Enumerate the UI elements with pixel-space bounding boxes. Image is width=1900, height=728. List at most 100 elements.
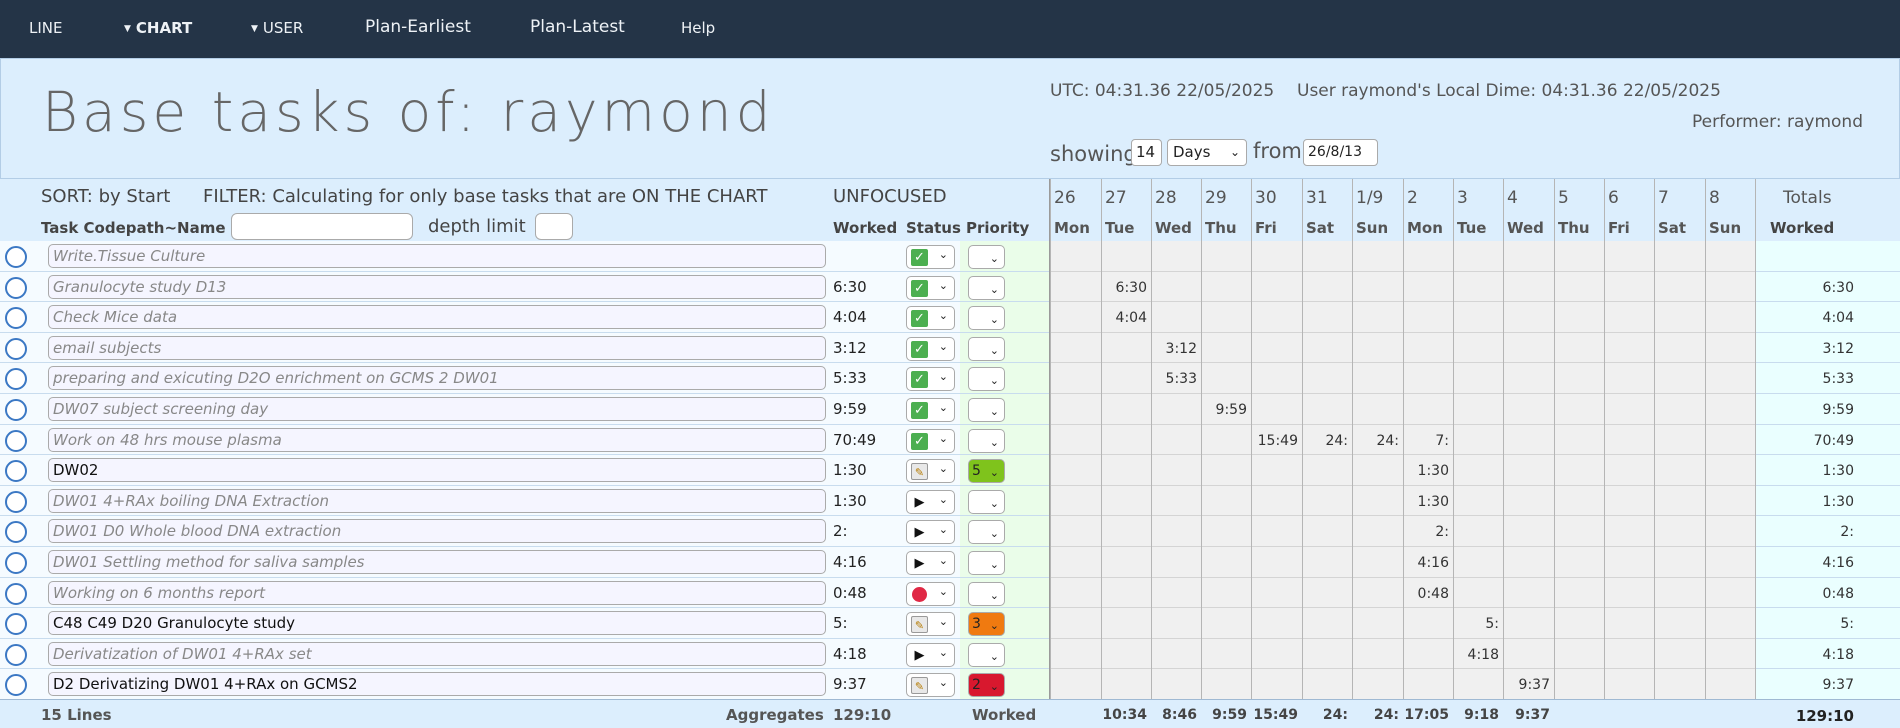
task-row[interactable]: D2 Derivatizing DW01 4+RAx on GCMS2 9:37 ✎… bbox=[0, 669, 1900, 700]
priority-select[interactable]: 3 ⌄ bbox=[968, 612, 1005, 637]
row-select-radio[interactable] bbox=[5, 552, 27, 574]
filter-label[interactable]: FILTER: Calculating for only base tasks … bbox=[203, 186, 767, 207]
priority-select[interactable]: ⌄ bbox=[968, 336, 1005, 361]
row-select-radio[interactable] bbox=[5, 368, 27, 391]
search-input[interactable] bbox=[231, 213, 413, 240]
task-row[interactable]: Working on 6 months report 0:48 ⌄ ⌄ 0:48 0:48 bbox=[0, 578, 1900, 609]
priority-select[interactable]: 5 ⌄ bbox=[968, 459, 1005, 484]
task-row[interactable]: DW02 1:30 ✎ ⌄ 5 ⌄ 1:30 1:30 bbox=[0, 455, 1900, 486]
row-select-radio[interactable] bbox=[5, 399, 27, 421]
check-icon: ✓ bbox=[911, 371, 928, 389]
status-select[interactable]: ✓ ⌄ bbox=[906, 398, 955, 422]
status-select[interactable]: ✓ ⌄ bbox=[906, 428, 955, 453]
task-name-field[interactable]: Write.Tissue Culture bbox=[48, 244, 826, 268]
status-select[interactable]: ⌄ bbox=[906, 581, 955, 606]
row-select-radio[interactable] bbox=[5, 307, 27, 330]
task-row[interactable]: DW01 D0 Whole blood DNA extraction 2: ▶ ⌄ ⌄ 2… bbox=[0, 516, 1900, 547]
status-select[interactable]: ✎ ⌄ bbox=[906, 612, 955, 637]
depth-limit-input[interactable] bbox=[535, 213, 573, 240]
status-select[interactable]: ✎ ⌄ bbox=[906, 459, 955, 484]
sort-label[interactable]: SORT: by Start bbox=[41, 186, 170, 207]
priority-select[interactable]: ⌄ bbox=[968, 520, 1005, 545]
priority-select[interactable]: ⌄ bbox=[968, 245, 1005, 269]
task-name-field[interactable]: DW01 Settling method for saliva samples bbox=[48, 550, 826, 574]
task-row[interactable]: Write.Tissue Culture ✓ ⌄ ⌄ bbox=[0, 241, 1900, 272]
row-select-radio[interactable] bbox=[5, 246, 27, 268]
task-name-field[interactable]: preparing and exicuting D2O enrichment o… bbox=[48, 366, 826, 391]
task-name-field[interactable]: D2 Derivatizing DW01 4+RAx on GCMS2 bbox=[48, 672, 826, 697]
task-name-field[interactable]: C48 C49 D20 Granulocyte study bbox=[48, 611, 826, 636]
chevron-down-icon: ⌄ bbox=[989, 619, 999, 633]
priority-select[interactable]: ⌄ bbox=[968, 367, 1005, 392]
aggregates-row bbox=[0, 699, 1900, 728]
unit-select[interactable]: Days ⌄ bbox=[1167, 139, 1247, 166]
row-select-radio[interactable] bbox=[5, 490, 27, 513]
task-name-field[interactable]: Check Mice data bbox=[48, 305, 826, 330]
task-row[interactable]: Check Mice data 4:04 ✓ ⌄ ⌄ 4:04 4:04 bbox=[0, 302, 1900, 333]
task-name-field[interactable]: DW07 subject screening day bbox=[48, 397, 826, 421]
priority-select[interactable]: ⌄ bbox=[968, 642, 1005, 667]
status-select[interactable]: ✓ ⌄ bbox=[906, 306, 955, 331]
task-name-field[interactable]: DW02 bbox=[48, 458, 826, 483]
status-select[interactable]: ▶ ⌄ bbox=[906, 551, 955, 575]
priority-select[interactable]: ⌄ bbox=[968, 551, 1005, 575]
priority-select[interactable]: ⌄ bbox=[968, 428, 1005, 453]
row-select-radio[interactable] bbox=[5, 613, 27, 636]
status-select[interactable]: ▶ ⌄ bbox=[906, 642, 955, 667]
nav-plan-earliest[interactable]: Plan-Earliest bbox=[365, 17, 471, 37]
grand-total: 129:10 bbox=[1795, 707, 1854, 725]
nav-user[interactable]: ▼ USER bbox=[251, 19, 303, 37]
row-select-radio[interactable] bbox=[5, 582, 27, 605]
task-name-field[interactable]: Work on 48 hrs mouse plasma bbox=[48, 427, 826, 452]
day-date-header: 3 bbox=[1457, 188, 1468, 208]
task-row[interactable]: preparing and exicuting D2O enrichment o… bbox=[0, 363, 1900, 394]
nav-plan-latest[interactable]: Plan-Latest bbox=[530, 17, 625, 37]
row-select-radio[interactable] bbox=[5, 521, 27, 544]
status-select[interactable]: ✎ ⌄ bbox=[906, 673, 955, 698]
priority-select[interactable]: ⌄ bbox=[968, 275, 1005, 300]
priority-select[interactable]: ⌄ bbox=[968, 306, 1005, 331]
status-select[interactable]: ✓ ⌄ bbox=[906, 275, 955, 300]
task-name-field[interactable]: Derivatization of DW01 4+RAx set bbox=[48, 641, 826, 666]
row-select-radio[interactable] bbox=[5, 460, 27, 483]
row-select-radio[interactable] bbox=[5, 674, 27, 697]
day-worked-cell: 4:04 bbox=[1115, 310, 1147, 327]
task-row[interactable]: Work on 48 hrs mouse plasma 70:49 ✓ ⌄ ⌄ 15:49… bbox=[0, 425, 1900, 456]
priority-select[interactable]: ⌄ bbox=[968, 581, 1005, 606]
row-total: 3:12 bbox=[1822, 340, 1854, 357]
task-name-field[interactable]: Working on 6 months report bbox=[48, 580, 826, 605]
task-row[interactable]: DW07 subject screening day 9:59 ✓ ⌄ ⌄ 9:59 9:5… bbox=[0, 394, 1900, 425]
task-name-field[interactable]: Granulocyte study D13 bbox=[48, 274, 826, 299]
row-select-radio[interactable] bbox=[5, 429, 27, 452]
task-row[interactable]: DW01 4+RAx boiling DNA Extraction 1:30 ▶ ⌄ ⌄… bbox=[0, 486, 1900, 517]
task-name-field[interactable]: DW01 4+RAx boiling DNA Extraction bbox=[48, 488, 826, 513]
nav-chart[interactable]: ▼ CHART bbox=[124, 19, 192, 37]
task-name-field[interactable]: DW01 D0 Whole blood DNA extraction bbox=[48, 519, 826, 544]
status-select[interactable]: ▶ ⌄ bbox=[906, 520, 955, 545]
row-select-radio[interactable] bbox=[5, 643, 27, 666]
row-select-radio[interactable] bbox=[5, 276, 27, 299]
status-select[interactable]: ✓ ⌄ bbox=[906, 367, 955, 392]
priority-select[interactable]: ⌄ bbox=[968, 398, 1005, 422]
task-row[interactable]: Derivatization of DW01 4+RAx set 4:18 ▶ ⌄ ⌄ 4… bbox=[0, 639, 1900, 670]
task-row[interactable]: DW01 Settling method for saliva samples 4… bbox=[0, 547, 1900, 578]
nav-line[interactable]: LINE bbox=[29, 19, 62, 37]
priority-select[interactable]: 2 ⌄ bbox=[968, 673, 1005, 698]
status-select[interactable]: ✓ ⌄ bbox=[906, 336, 955, 361]
showing-count-input[interactable]: 14 bbox=[1131, 139, 1162, 166]
row-select-radio[interactable] bbox=[5, 337, 27, 360]
nav-help[interactable]: Help bbox=[681, 19, 715, 37]
task-row[interactable]: Granulocyte study D13 6:30 ✓ ⌄ ⌄ 6:30 6:30 bbox=[0, 272, 1900, 303]
row-total: 2: bbox=[1840, 524, 1854, 541]
from-date-input[interactable]: 26/8/13 bbox=[1303, 139, 1378, 166]
status-select[interactable]: ▶ ⌄ bbox=[906, 489, 955, 514]
focus-label[interactable]: UNFOCUSED bbox=[833, 186, 947, 207]
task-row[interactable]: email subjects 3:12 ✓ ⌄ ⌄ 3:12 3:12 bbox=[0, 333, 1900, 364]
task-row[interactable]: C48 C49 D20 Granulocyte study 5: ✎ ⌄ 3 ⌄ 5: 5: bbox=[0, 608, 1900, 639]
priority-select[interactable]: ⌄ bbox=[968, 489, 1005, 514]
aggregates-label: Aggregates bbox=[726, 706, 824, 724]
priority-value: 2 bbox=[972, 677, 981, 694]
worked-value: 5:33 bbox=[833, 369, 867, 388]
status-select[interactable]: ✓ ⌄ bbox=[906, 245, 955, 269]
task-name-field[interactable]: email subjects bbox=[48, 335, 826, 360]
